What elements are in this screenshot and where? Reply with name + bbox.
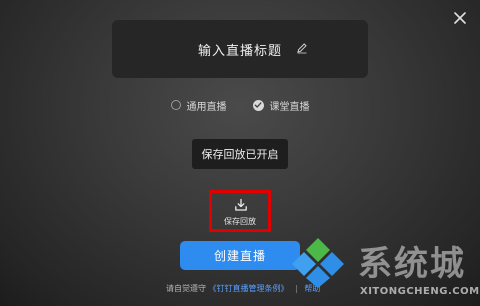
agreement-prefix: 请自觉遵守 — [166, 284, 206, 293]
watermark-characters: 系统城 — [358, 244, 466, 284]
download-icon — [234, 198, 248, 212]
replay-status-badge: 保存回放已开启 — [192, 139, 288, 169]
watermark-domain: XITONGCHENG.COM — [360, 286, 480, 297]
close-icon — [454, 12, 466, 24]
radio-checked-icon — [252, 99, 264, 111]
radio-general-live[interactable]: 通用直播 — [170, 97, 227, 113]
title-input[interactable]: 输入直播标题 — [112, 20, 368, 78]
check-icon — [254, 102, 262, 108]
live-stream-dialog: 输入直播标题 通用直播 课堂直播 保存回放已开启 保存回放 创建直播 请自觉遵守… — [0, 0, 480, 306]
radio-classroom-live-label: 课堂直播 — [269, 101, 310, 113]
close-button[interactable] — [452, 10, 468, 26]
watermark-logo — [288, 232, 354, 288]
radio-classroom-live[interactable]: 课堂直播 — [252, 97, 310, 113]
site-watermark: 系统城 XITONGCHENG.COM — [288, 232, 480, 306]
edit-icon[interactable] — [296, 42, 308, 54]
regulation-link[interactable]: 《钉钉直播管理条例》 — [209, 284, 289, 293]
create-live-button[interactable]: 创建直播 — [180, 241, 300, 270]
radio-general-live-label: 通用直播 — [186, 101, 227, 113]
save-replay-label: 保存回放 — [224, 217, 256, 226]
title-input-value: 输入直播标题 — [197, 44, 282, 59]
save-replay-button[interactable]: 保存回放 — [209, 190, 271, 232]
live-mode-group: 通用直播 课堂直播 — [0, 97, 480, 113]
radio-unchecked-icon — [170, 100, 181, 110]
